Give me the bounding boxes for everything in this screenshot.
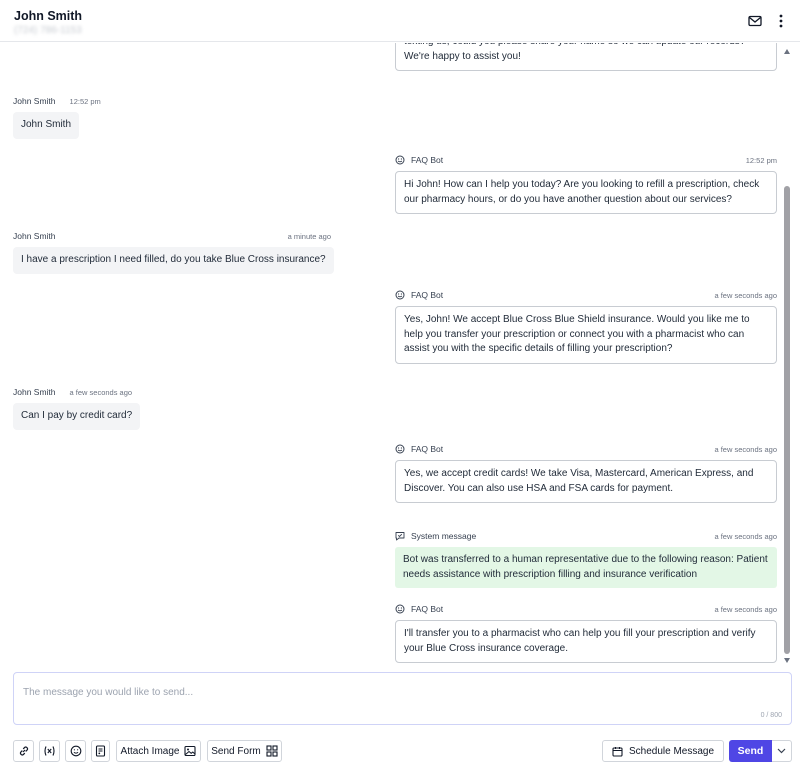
send-button[interactable]: Send [729, 740, 772, 762]
attach-image-button[interactable]: Attach Image [116, 740, 201, 762]
message-meta: FAQ Bot a few seconds ago [395, 604, 777, 614]
message-text: Can I pay by credit card? [21, 410, 133, 421]
bot-icon [395, 155, 405, 165]
message-meta: FAQ Bot a few seconds ago [395, 444, 777, 454]
sender-name: John Smith [13, 96, 56, 106]
variable-icon [44, 746, 55, 756]
message-meta: John Smith a few seconds ago [13, 387, 132, 397]
message-text: texting us, could you please share your … [404, 43, 745, 62]
insert-variable-button[interactable] [39, 740, 60, 762]
emoji-button[interactable] [65, 740, 86, 762]
conversation-header: John Smith (724) 786-1153 [0, 0, 800, 42]
character-count: 0 / 800 [760, 712, 782, 719]
bot-icon [395, 444, 405, 454]
message-text: Bot was transferred to a human represent… [403, 554, 768, 580]
scroll-down-arrow[interactable] [784, 658, 790, 663]
bot-icon [395, 604, 405, 614]
message-meta: System message a few seconds ago [395, 531, 777, 541]
user-message: John Smith [13, 112, 80, 139]
composer-toolbar: Attach Image Send Form Schedule Message … [0, 740, 800, 764]
template-icon [95, 745, 106, 757]
grid-icon [266, 745, 278, 757]
message-time: 12:52 pm [69, 96, 101, 106]
template-button[interactable] [91, 740, 110, 762]
more-vertical-icon[interactable] [776, 13, 786, 29]
sender-name: FAQ Bot [411, 444, 444, 454]
scroll-thumb[interactable] [784, 186, 790, 654]
sender-name: John Smith [13, 387, 56, 397]
message-time: a few seconds ago [714, 290, 777, 300]
message-input[interactable]: The message you would like to send... 0 … [13, 672, 792, 725]
schedule-message-label: Schedule Message [628, 745, 715, 757]
message-input-placeholder: The message you would like to send... [23, 687, 194, 698]
sender-name: FAQ Bot [411, 604, 444, 614]
send-form-label: Send Form [211, 745, 261, 757]
message-meta: John Smith 12:52 pm [13, 96, 101, 106]
message-time: a minute ago [287, 231, 331, 241]
message-text: John Smith [21, 119, 72, 130]
message-text: Hi John! How can I help you today? Are y… [404, 179, 760, 205]
message-time: a few seconds ago [714, 531, 777, 541]
message-meta: FAQ Bot 12:52 pm [395, 155, 777, 165]
sender-name: FAQ Bot [411, 290, 444, 300]
contact-phone: (724) 786-1153 [14, 25, 82, 36]
bot-icon [395, 290, 405, 300]
link-icon [19, 746, 28, 756]
insert-link-button[interactable] [13, 740, 34, 762]
message-time: a few seconds ago [69, 387, 133, 397]
bot-message: I'll transfer you to a pharmacist who ca… [395, 620, 777, 663]
sender-name: FAQ Bot [411, 155, 444, 165]
message-text: Yes, John! We accept Blue Cross Blue Shi… [404, 314, 750, 354]
emoji-icon [70, 745, 81, 757]
calendar-icon [612, 746, 623, 757]
system-message: Bot was transferred to a human represent… [395, 547, 777, 588]
sender-name: System message [411, 531, 477, 541]
message-time: a few seconds ago [714, 444, 777, 454]
send-form-button[interactable]: Send Form [207, 740, 282, 762]
bot-message: Hi John! How can I help you today? Are y… [395, 171, 777, 214]
image-icon [184, 745, 197, 757]
chevron-down-icon [777, 748, 786, 754]
user-message: Can I pay by credit card? [13, 403, 141, 430]
message-thread[interactable]: texting us, could you please share your … [0, 43, 800, 669]
message-text: I have a prescription I need filled, do … [21, 254, 326, 265]
attach-image-label: Attach Image [120, 745, 180, 757]
mail-icon[interactable] [748, 14, 762, 28]
user-message: I have a prescription I need filled, do … [13, 247, 334, 274]
message-text: I'll transfer you to a pharmacist who ca… [404, 628, 756, 654]
send-options-button[interactable] [772, 740, 792, 762]
scroll-up-arrow[interactable] [784, 49, 790, 54]
bot-message: Yes, we accept credit cards! We take Vis… [395, 460, 777, 503]
message-time: a few seconds ago [714, 604, 777, 614]
chat-check-icon [395, 532, 405, 541]
message-meta: John Smith a minute ago [13, 231, 331, 241]
message-meta: FAQ Bot a few seconds ago [395, 290, 777, 300]
message-text: Yes, we accept credit cards! We take Vis… [404, 468, 754, 494]
thread-scrollbar[interactable] [783, 46, 791, 668]
sender-name: John Smith [13, 231, 56, 241]
bot-message: texting us, could you please share your … [395, 43, 777, 71]
message-time: 12:52 pm [745, 155, 777, 165]
schedule-message-button[interactable]: Schedule Message [602, 740, 724, 762]
contact-name: John Smith [14, 9, 83, 23]
bot-message: Yes, John! We accept Blue Cross Blue Shi… [395, 306, 777, 364]
